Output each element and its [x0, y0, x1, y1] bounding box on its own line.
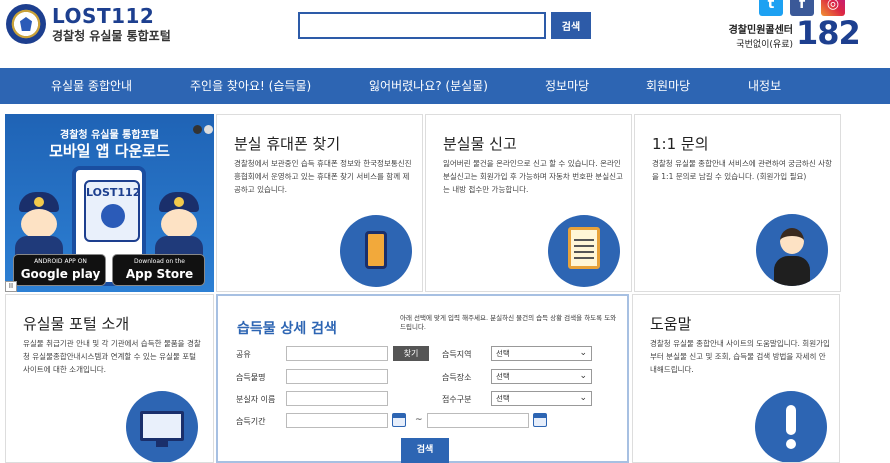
detail-search-title: 습득물 상세 검색	[237, 321, 337, 337]
nav-item-member[interactable]: 회원마당	[646, 68, 690, 104]
card-title: 분실물 신고	[443, 135, 517, 153]
nav-item-found[interactable]: 주인을 찾아요! (습득물)	[190, 68, 311, 104]
card-title: 1:1 문의	[652, 135, 709, 153]
card-title: 도움말	[650, 315, 692, 333]
app-label: LOST112	[86, 186, 141, 199]
calendar-icon[interactable]	[392, 413, 406, 427]
phone-icon	[340, 215, 412, 287]
category-input[interactable]	[286, 346, 388, 361]
card-title: 분실 휴대폰 찾기	[234, 135, 341, 153]
brand-subtitle: 경찰청 유실물 통합포털	[52, 29, 171, 43]
carousel-dot-active[interactable]	[193, 125, 202, 134]
nav-item-lost[interactable]: 잃어버렸나요? (분실물)	[369, 68, 488, 104]
monitor-icon	[126, 391, 198, 462]
call-center-label: 경찰민원콜센터	[728, 25, 793, 36]
item-name-input[interactable]	[286, 369, 388, 384]
card-desc: 경찰청 유실물 종합안내 사이트의 도움말입니다. 회원가입부터 분실물 신고 …	[650, 339, 830, 374]
twitter-icon[interactable]: t	[759, 0, 783, 16]
banner-title: 모바일 앱 다운로드	[49, 142, 170, 160]
region-select-value: 선택	[496, 349, 510, 358]
period-start-input[interactable]	[286, 413, 388, 428]
app-download-banner[interactable]: 경찰청 유실물 통합포털 모바일 앱 다운로드 LOST112 ANDROID …	[5, 114, 214, 292]
chevron-down-icon: ⌄	[579, 348, 587, 358]
detail-search-note: 아래 선택에 맞게 입력 해주세요. 분실하신 물건의 습득 상황 검색을 하도…	[400, 314, 617, 331]
app-icon: LOST112	[84, 180, 140, 242]
period-end-input[interactable]	[427, 413, 529, 428]
detail-search-button[interactable]: 검색	[401, 438, 449, 463]
item-name-label: 습득물명	[236, 373, 266, 382]
place-select[interactable]: 선택 ⌄	[491, 369, 592, 384]
period-label: 습득기간	[236, 417, 266, 426]
loser-name-label: 분실자 이름	[236, 395, 276, 404]
card-lost-report[interactable]: 분실물 신고 잃어버린 물건을 온라인으로 신고 할 수 있습니다. 온라인 분…	[425, 114, 632, 292]
carousel-dot[interactable]	[204, 125, 213, 134]
chevron-down-icon: ⌄	[579, 393, 587, 403]
call-center-number: 182	[796, 14, 861, 52]
main-nav: 유실물 종합안내 주인을 찾아요! (습득물) 잃어버렸나요? (분실물) 정보…	[0, 68, 890, 104]
exclamation-icon	[755, 391, 827, 462]
operator-icon	[756, 214, 828, 286]
card-lost-phone[interactable]: 분실 휴대폰 찾기 경찰청에서 보관중인 습득 휴대폰 정보와 한국정보통신진흥…	[216, 114, 423, 292]
region-select[interactable]: 선택 ⌄	[491, 346, 592, 361]
brand-title[interactable]: LOST112	[52, 4, 154, 28]
place-select-value: 선택	[496, 372, 510, 381]
card-qna[interactable]: 1:1 문의 경찰청 유실물 종합안내 서비스에 관련하여 궁금하신 사항을 1…	[634, 114, 841, 292]
nav-item-myinfo[interactable]: 내정보	[748, 68, 781, 104]
card-desc: 잃어버린 물건을 온라인으로 신고 할 수 있습니다. 온라인 분실신고는 회원…	[443, 159, 623, 194]
search-input[interactable]	[298, 12, 546, 39]
chevron-down-icon: ⌄	[579, 371, 587, 381]
pause-icon[interactable]: II	[5, 281, 17, 292]
card-desc: 경찰청에서 보관중인 습득 휴대폰 정보와 한국정보통신진흥협회에서 운영하고 …	[234, 159, 412, 194]
found-item-detail-search: 습득물 상세 검색 아래 선택에 맞게 입력 해주세요. 분실하신 물건의 습득…	[216, 294, 629, 463]
google-play-button[interactable]: ANDROID APP ON Google play	[13, 254, 106, 286]
app-store-small: Download on the	[134, 258, 185, 265]
card-help[interactable]: 도움말 경찰청 유실물 종합안내 사이트의 도움말입니다. 회원가입부터 분실물…	[632, 294, 840, 463]
site-header: LOST112 경찰청 유실물 통합포털 검색 t f ◎ 경찰민원콜센터 국번…	[0, 0, 890, 68]
calendar-icon[interactable]	[533, 413, 547, 427]
place-label: 습득장소	[442, 373, 472, 382]
google-play-label: Google play	[20, 267, 101, 281]
police-emblem-logo[interactable]	[6, 4, 46, 44]
call-center-sub: 국번없이(유료)	[736, 40, 793, 50]
search-button[interactable]: 검색	[551, 12, 591, 39]
google-play-small: ANDROID APP ON	[34, 258, 87, 265]
police-mascot-left	[11, 192, 67, 262]
office-select[interactable]: 선택 ⌄	[491, 391, 592, 406]
region-label: 습득지역	[442, 350, 472, 359]
office-label: 접수구분	[442, 395, 472, 404]
nav-item-info[interactable]: 정보마당	[545, 68, 589, 104]
period-separator: ~	[415, 415, 423, 425]
category-find-button[interactable]: 찾기	[393, 346, 429, 361]
card-desc: 유실물 취급기관 안내 및 각 기관에서 습득한 물품을 경찰청 유실물종합안내…	[23, 339, 201, 374]
banner-subtitle: 경찰청 유실물 통합포털	[60, 130, 159, 141]
nav-item-guide[interactable]: 유실물 종합안내	[51, 68, 132, 104]
card-title: 유실물 포털 소개	[23, 315, 130, 333]
police-mascot-right	[151, 192, 207, 262]
app-store-button[interactable]: Download on the App Store	[112, 254, 205, 286]
emblem-icon	[101, 204, 125, 228]
category-label: 공유	[236, 350, 251, 359]
carousel-dots	[191, 119, 213, 138]
app-store-label: App Store	[125, 267, 194, 281]
clipboard-icon	[548, 215, 620, 287]
card-desc: 경찰청 유실물 종합안내 서비스에 관련하여 궁금하신 사항을 1:1 문의로 …	[652, 159, 832, 181]
loser-name-input[interactable]	[286, 391, 388, 406]
office-select-value: 선택	[496, 394, 510, 403]
card-portal-intro[interactable]: 유실물 포털 소개 유실물 취급기관 안내 및 각 기관에서 습득한 물품을 경…	[5, 294, 214, 463]
